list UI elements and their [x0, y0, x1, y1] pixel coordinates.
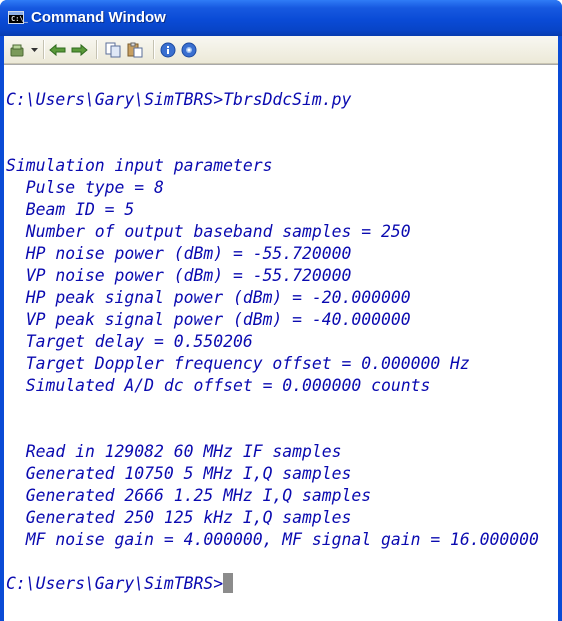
console-line: Simulation input parameters — [6, 156, 273, 175]
console-icon: C:\_ — [8, 11, 28, 24]
console-line: MF noise gain = 4.000000, MF signal gain… — [6, 530, 539, 549]
toolbar — [4, 36, 558, 64]
console-line: HP peak signal power (dBm) = -20.000000 — [6, 288, 411, 307]
prompt-text: C:\Users\Gary\SimTBRS> — [6, 574, 224, 593]
window-title: Command Window — [31, 9, 166, 26]
console-line: Generated 10750 5 MHz I,Q samples — [6, 464, 352, 483]
console-output[interactable]: C:\Users\Gary\SimTBRS>TbrsDdcSim.py Simul… — [4, 64, 558, 621]
dropdown-arrow-icon[interactable] — [30, 41, 38, 58]
info-icon[interactable] — [160, 41, 176, 58]
paste-icon[interactable] — [126, 41, 144, 58]
console-line: Target Doppler frequency offset = 0.0000… — [6, 354, 470, 373]
console-line: VP peak signal power (dBm) = -40.000000 — [6, 310, 411, 329]
console-line: HP noise power (dBm) = -55.720000 — [6, 244, 352, 263]
text-cursor — [223, 573, 234, 593]
console-line: Read in 129082 60 MHz IF samples — [6, 442, 342, 461]
console-line: Pulse type = 8 — [6, 178, 164, 197]
title-bar[interactable]: C:\_ Command Window — [0, 0, 562, 36]
console-text: C:\Users\Gary\SimTBRS>TbrsDdcSim.py Simul… — [6, 89, 539, 595]
back-icon[interactable] — [49, 41, 67, 58]
console-line: Beam ID = 5 — [6, 200, 135, 219]
console-line: Generated 250 125 kHz I,Q samples — [6, 508, 352, 527]
console-line: Generated 2666 1.25 MHz I,Q samples — [6, 486, 372, 505]
console-line: VP noise power (dBm) = -55.720000 — [6, 266, 352, 285]
new-icon[interactable] — [10, 41, 26, 58]
console-line: Simulated A/D dc offset = 0.000000 count… — [6, 376, 431, 395]
help-icon[interactable] — [181, 41, 197, 58]
window-client-area: C:\Users\Gary\SimTBRS>TbrsDdcSim.py Simul… — [4, 36, 558, 621]
console-line: Number of output baseband samples = 250 — [6, 222, 411, 241]
console-line: C:\Users\Gary\SimTBRS>TbrsDdcSim.py — [6, 90, 352, 109]
copy-icon[interactable] — [104, 41, 122, 58]
command-prompt[interactable]: C:\Users\Gary\SimTBRS> — [6, 573, 539, 595]
command-window: C:\_ Command Window C:\Users\Gary\SimTBR… — [0, 0, 562, 621]
forward-icon[interactable] — [70, 41, 88, 58]
console-line: Target delay = 0.550206 — [6, 332, 253, 351]
